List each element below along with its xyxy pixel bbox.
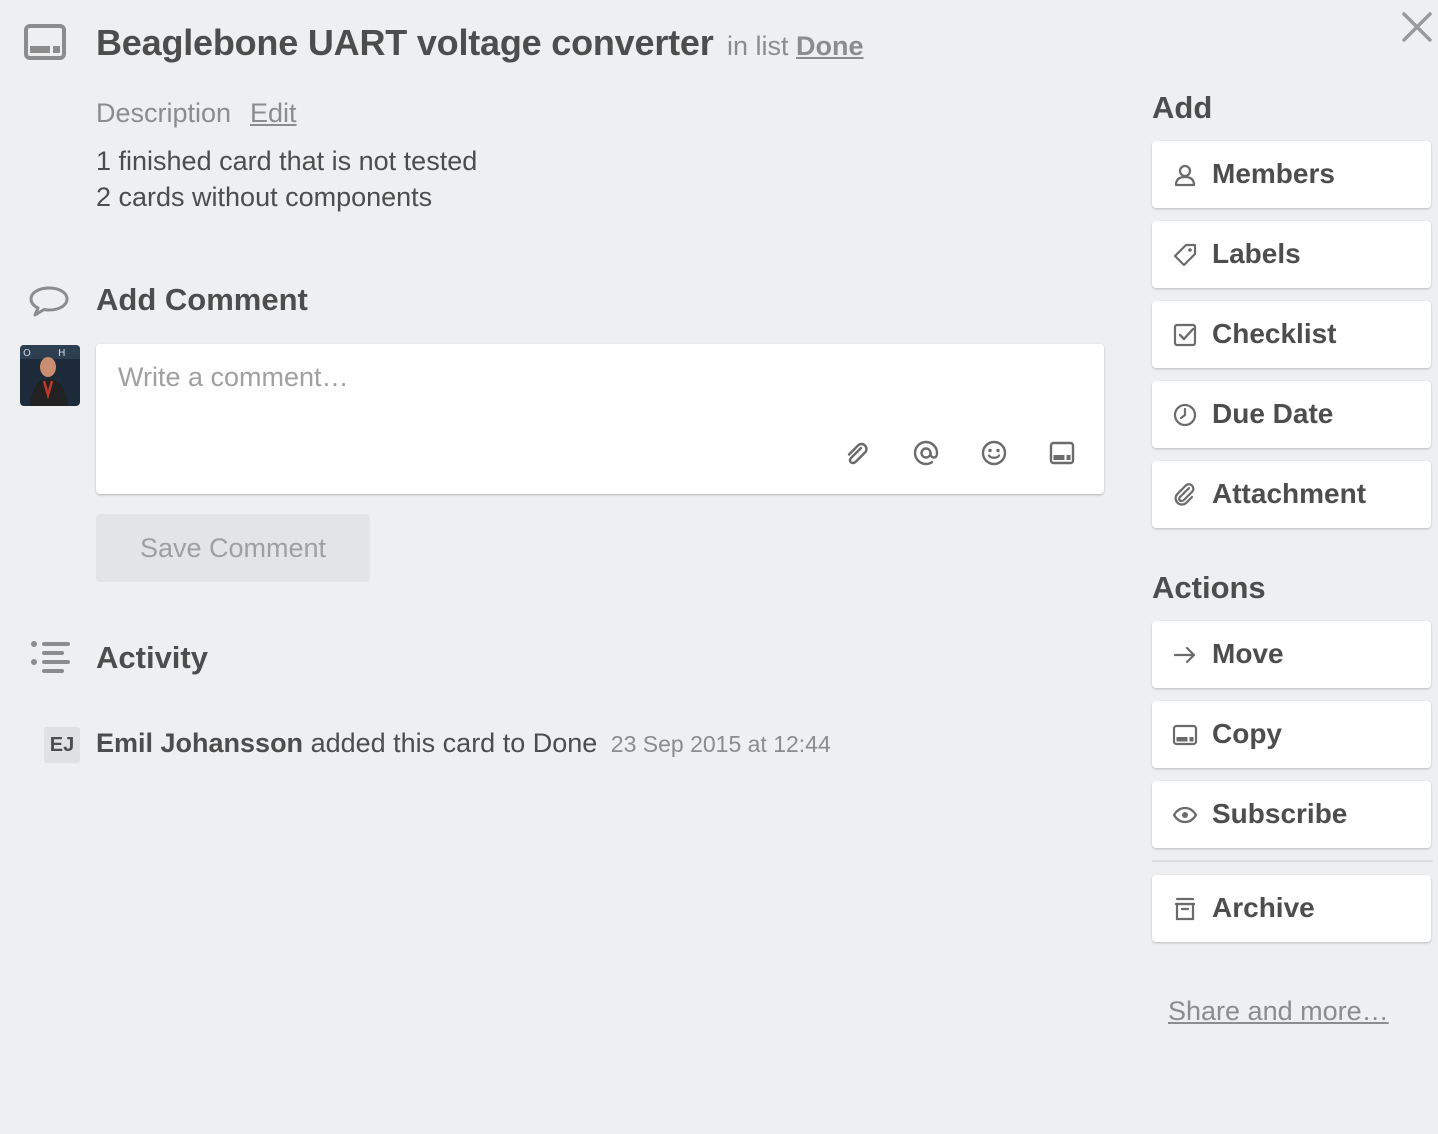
svg-text:H: H [58, 348, 66, 359]
description-label: Description [96, 98, 232, 128]
emoji-icon [981, 440, 1007, 466]
subscribe-button[interactable]: Subscribe [1152, 781, 1431, 848]
description-line: 2 cards without components [96, 182, 433, 212]
activity-member-name[interactable]: Emil Johansson [96, 728, 303, 758]
avatar[interactable]: O H [20, 345, 80, 406]
paperclip-icon [1172, 482, 1198, 508]
add-heading: Add [1152, 90, 1213, 125]
card-icon [24, 24, 66, 60]
close-button[interactable] [1398, 8, 1436, 46]
card-title[interactable]: Beaglebone UART voltage converter [96, 22, 714, 64]
tag-icon [1172, 242, 1198, 268]
members-label: Members [1212, 158, 1335, 189]
close-icon [1402, 12, 1432, 42]
checklist-label: Checklist [1212, 318, 1337, 349]
save-comment-button[interactable]: Save Comment [96, 514, 370, 582]
add-comment-heading: Add Comment [96, 282, 308, 317]
archive-button[interactable]: Archive [1152, 875, 1431, 942]
description-line: 1 finished card that is not tested [96, 146, 478, 176]
activity-action-text: added this card to Done [310, 728, 598, 758]
due-date-label: Due Date [1212, 398, 1334, 429]
clock-icon [1172, 402, 1198, 428]
list-link[interactable]: Done [796, 31, 864, 61]
arrow-right-icon [1172, 642, 1198, 668]
move-button[interactable]: Move [1152, 621, 1431, 688]
due-date-button[interactable]: Due Date [1152, 381, 1431, 448]
archive-icon [1172, 896, 1198, 922]
in-list-text: in list Done [727, 31, 864, 62]
in-list-prefix: in list [727, 31, 789, 61]
mention-button[interactable] [911, 438, 941, 468]
comment-icon [28, 284, 70, 318]
archive-label: Archive [1212, 892, 1315, 923]
move-label: Move [1212, 638, 1284, 669]
share-and-more-link[interactable]: Share and more… [1168, 996, 1389, 1027]
activity-timestamp[interactable]: 23 Sep 2015 at 12:44 [611, 731, 831, 757]
card-icon [1049, 441, 1075, 465]
activity-item: Emil Johansson added this card to Done 2… [96, 728, 831, 759]
svg-text:O: O [23, 348, 31, 359]
labels-button[interactable]: Labels [1152, 221, 1431, 288]
activity-icon [30, 640, 72, 674]
labels-label: Labels [1212, 238, 1301, 269]
at-icon [913, 440, 939, 466]
checklist-button[interactable]: Checklist [1152, 301, 1431, 368]
subscribe-label: Subscribe [1212, 798, 1348, 829]
activity-heading: Activity [96, 640, 208, 675]
emoji-button[interactable] [979, 438, 1009, 468]
members-button[interactable]: Members [1152, 141, 1431, 208]
comment-box [96, 344, 1104, 494]
sidebar-divider [1152, 860, 1433, 862]
description-edit-link[interactable]: Edit [250, 98, 297, 129]
add-card-button[interactable] [1047, 438, 1077, 468]
card-icon [1172, 722, 1198, 748]
paperclip-icon [847, 442, 868, 465]
copy-label: Copy [1212, 718, 1282, 749]
comment-input[interactable] [118, 362, 1078, 393]
attachment-label: Attachment [1212, 478, 1367, 509]
eye-icon [1172, 802, 1198, 828]
attachment-button[interactable]: Attachment [1152, 461, 1431, 528]
checkbox-icon [1172, 322, 1198, 348]
person-icon [1172, 162, 1198, 188]
copy-button[interactable]: Copy [1152, 701, 1431, 768]
member-initials-badge[interactable]: EJ [44, 727, 80, 763]
actions-heading: Actions [1152, 570, 1266, 605]
attach-button[interactable] [842, 438, 872, 468]
